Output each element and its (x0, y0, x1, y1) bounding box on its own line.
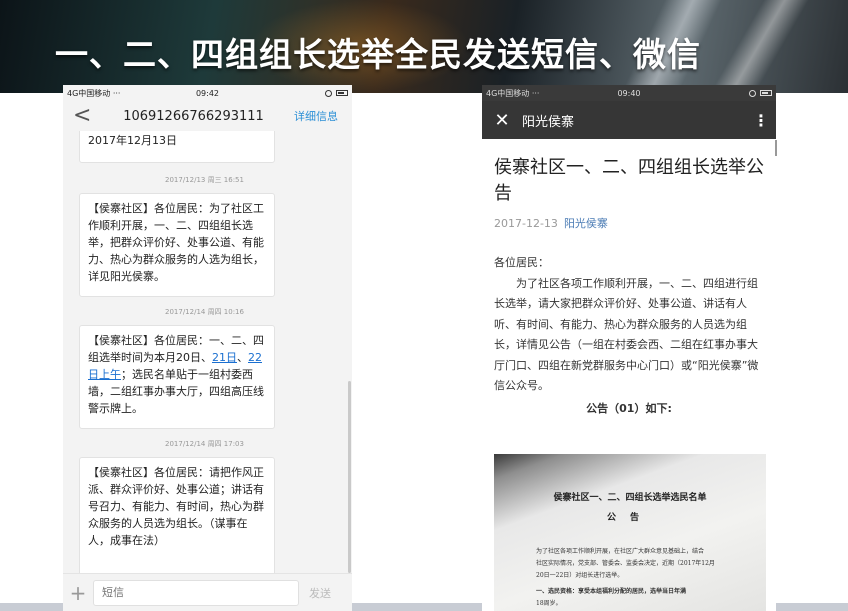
account-name: 阳光侯寨 (522, 114, 575, 130)
close-icon[interactable]: ✕ (482, 110, 522, 131)
message-text: 【侯寨社区】各位居民：为了社区工作顺利开展，一、二、四组组长选举，把群众评价好、… (88, 202, 264, 283)
scrollbar[interactable] (348, 381, 351, 573)
sms-screenshot: 4G中国移动 ··· 09:42 < 10691266766293111 详细信… (63, 85, 352, 611)
message-list[interactable]: 2017年12月13日 2017/12/13 周三 16:51 【侯寨社区】各位… (63, 131, 352, 573)
message-text: 、 (237, 351, 248, 364)
message-timestamp: 2017/12/14 周四 17:03 (165, 440, 244, 448)
article-paragraph: 为了社区各项工作顺利开展，一、二、四组进行组长选举，请大家把群众评价好、处事公道… (494, 276, 759, 393)
date-link[interactable]: 21日 (212, 351, 237, 364)
photo-doc-subtitle: 公告 (606, 513, 653, 523)
battery-icon (336, 90, 348, 96)
add-attachment-icon[interactable]: + (63, 581, 93, 605)
salutation: 各位居民： (494, 256, 549, 269)
message-text: 【侯寨社区】各位居民：请把作风正派、群众评价好、处事公道；讲话有号召力、有能力、… (88, 466, 264, 547)
wechat-screenshot: 4G中国移动 ··· 09:40 ✕ 阳光侯寨 ⋮ 侯寨社区一、二、四组组长选举… (482, 85, 776, 611)
battery-icon (760, 90, 772, 96)
status-time: 09:40 (617, 88, 641, 98)
photo-doc-line: 一、选民资格：享受本组福利分配的居民，选举当日年满 (536, 588, 687, 595)
message-timestamp: 2017/12/13 周三 16:51 (165, 176, 244, 184)
sms-header: < 10691266766293111 详细信息 (63, 101, 352, 131)
photo-doc-line: 社区实际情况，党支部、管委会、监委会决定，近期（2017年12月 (536, 560, 715, 567)
title-banner: 一、二、四组组长选举全民发送短信、微信 (0, 0, 848, 93)
status-bar: 4G中国移动 ··· 09:42 (63, 85, 352, 101)
article-date: 2017-12-13 (494, 217, 558, 230)
notice-photo[interactable]: 侯寨社区一、二、四组长选举选民名单 公告 为了社区各项工作顺利开展，在社区广大群… (494, 454, 766, 611)
slide-title: 一、二、四组组长选举全民发送短信、微信 (55, 35, 701, 74)
message-timestamp: 2017/12/14 周四 10:16 (165, 308, 244, 316)
photo-doc-line: 18周岁。 (536, 600, 562, 607)
status-bar: 4G中国移动 ··· 09:40 (482, 85, 776, 101)
photo-doc-line: 为了社区各项工作顺利开展，在社区广大群众意见基础上，结合 (536, 548, 705, 555)
article-source-link[interactable]: 阳光侯寨 (564, 217, 608, 230)
send-button[interactable]: 发送 (309, 585, 331, 601)
status-time: 09:42 (195, 88, 220, 98)
sender-number: 10691266766293111 (123, 108, 264, 124)
detail-info-link[interactable]: 详细信息 (294, 108, 338, 124)
message-bubble[interactable]: 【侯寨社区】各位居民：为了社区工作顺利开展，一、二、四组组长选举，把群众评价好、… (79, 193, 275, 297)
scrollbar[interactable] (775, 140, 777, 156)
message-bubble[interactable]: 【侯寨社区】各位居民：请把作风正派、群众评价好、处事公道；讲话有号召力、有能力、… (79, 457, 275, 573)
compose-bar: + 发送 (63, 573, 352, 611)
article-content: 侯寨社区一、二、四组组长选举公告 2017-12-13 阳光侯寨 各位居民： 为了… (482, 155, 776, 419)
article-meta: 2017-12-13 阳光侯寨 (494, 215, 764, 231)
article-title: 侯寨社区一、二、四组组长选举公告 (494, 157, 764, 204)
back-arrow-icon[interactable]: < (73, 105, 93, 127)
wechat-header: ✕ 阳光侯寨 ⋮ (482, 101, 776, 139)
article-body: 各位居民： 为了社区各项工作顺利开展，一、二、四组进行组长选举，请大家把群众评价… (494, 253, 764, 419)
photo-doc-line: 20日一22日）对组长进行选举。 (536, 572, 624, 579)
notice-heading: 公告（01）如下: (586, 401, 672, 415)
message-bubble[interactable]: 【侯寨社区】各位居民：一、二、四组选举时间为本月20日、21日、22日上午；选民… (79, 325, 275, 429)
more-menu-icon[interactable]: ⋮ (746, 111, 776, 130)
sms-input[interactable] (93, 579, 299, 606)
message-bubble[interactable]: 2017年12月13日 (79, 131, 275, 163)
photo-doc-title: 侯寨社区一、二、四组长选举选民名单 (553, 493, 707, 503)
message-text: 2017年12月13日 (88, 134, 177, 147)
